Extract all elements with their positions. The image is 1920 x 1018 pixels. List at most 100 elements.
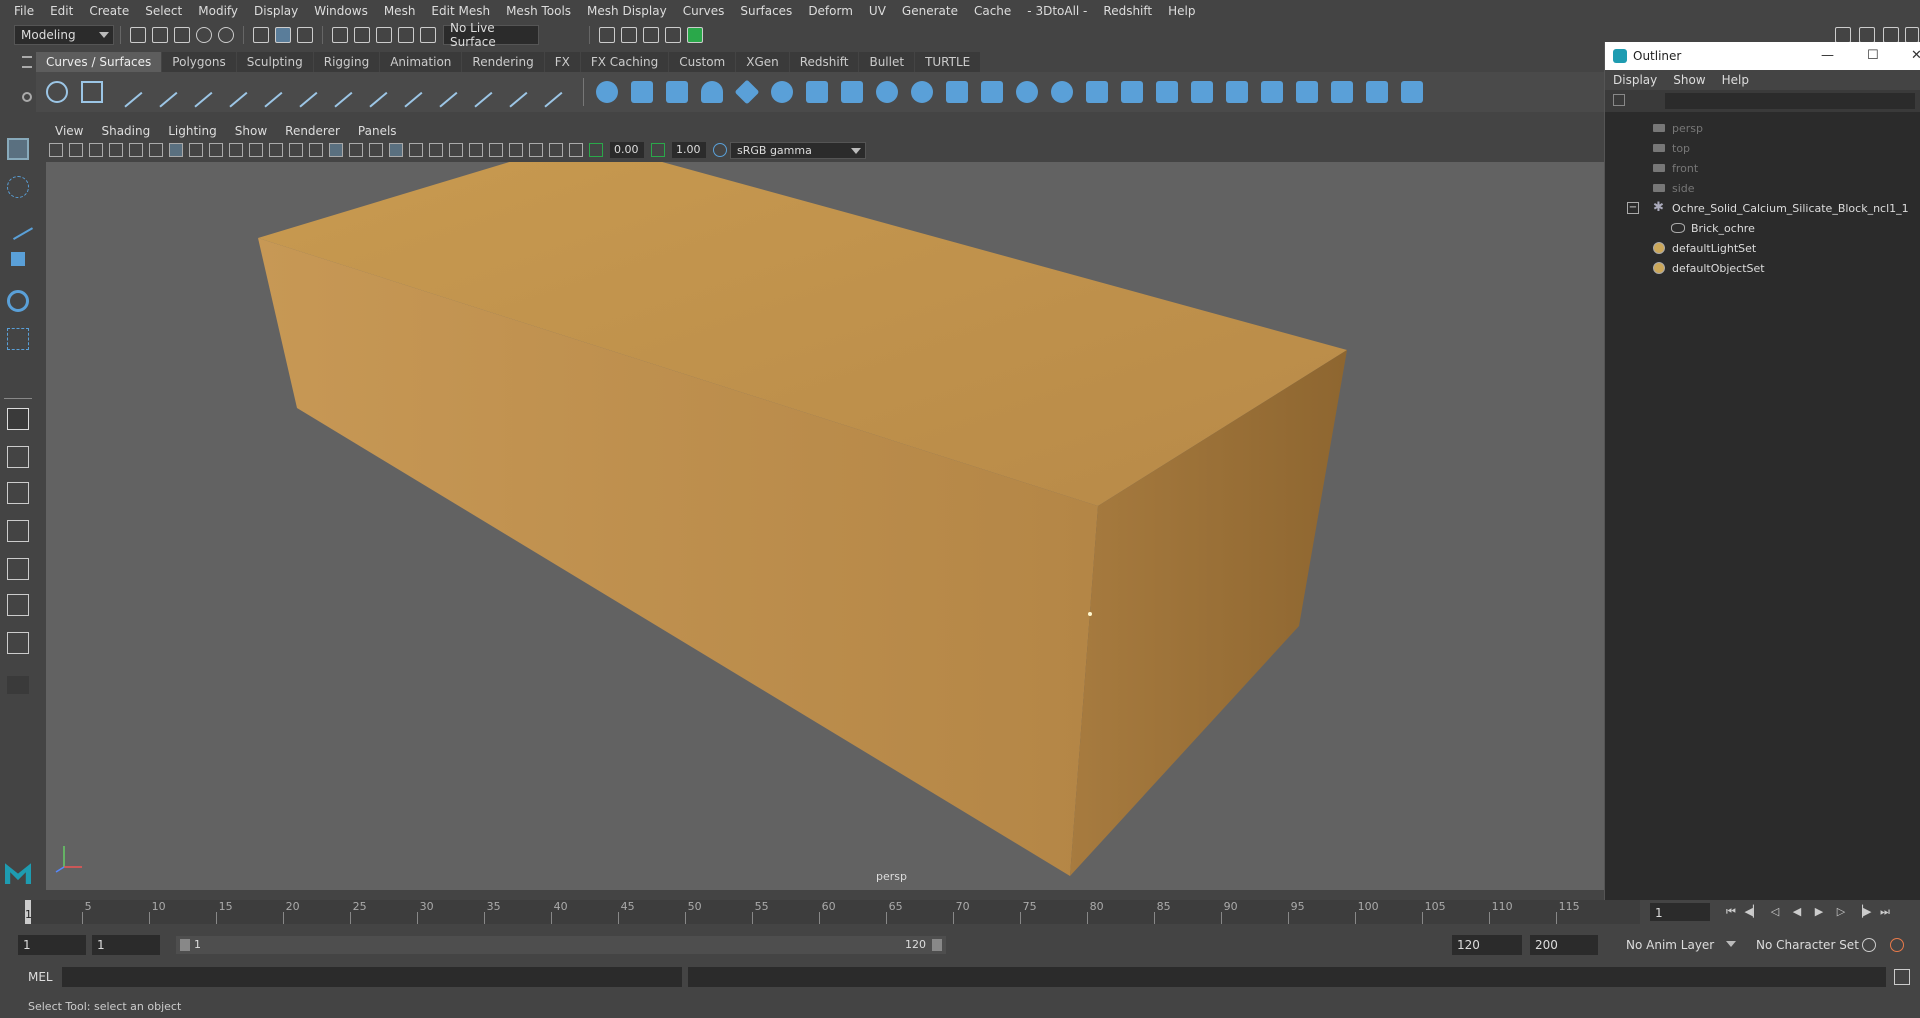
maximize-icon[interactable]: ☐ [1867, 48, 1879, 63]
color-management-icon[interactable] [713, 143, 727, 157]
smooth-shade-icon[interactable] [329, 143, 343, 157]
toolbox-more-icon[interactable] [7, 676, 29, 694]
range-slider-start-handle[interactable] [180, 939, 190, 951]
rotate-tool-icon[interactable] [7, 290, 29, 312]
play-forward-icon[interactable]: ▶ [1810, 905, 1828, 919]
undo-icon[interactable] [196, 27, 212, 43]
preferences-icon[interactable] [1890, 938, 1904, 952]
snap-live-icon[interactable] [420, 27, 436, 43]
node-editor-layout-icon[interactable] [7, 594, 29, 616]
shelf-tab-turtle[interactable]: TURTLE [915, 52, 981, 72]
exposure-field[interactable]: 0.00 [610, 142, 644, 158]
hypershade-icon[interactable] [687, 27, 703, 43]
paint-select-icon[interactable] [2, 209, 34, 241]
shelf-tab-rendering[interactable]: Rendering [462, 52, 544, 72]
filter-icon[interactable] [1613, 94, 1625, 106]
cv-curve-icon[interactable] [111, 76, 143, 108]
shelf-tab-fx[interactable]: FX [544, 52, 580, 72]
outliner-menu-show[interactable]: Show [1665, 73, 1713, 87]
arc-icon[interactable] [251, 76, 283, 108]
menu-3dtoall[interactable]: - 3DtoAll - [1019, 0, 1095, 22]
nurbs-plane-icon[interactable] [734, 79, 760, 105]
outliner-item[interactable]: front [1605, 158, 1920, 178]
shelf-menu-icon[interactable] [22, 56, 32, 68]
menu-redshift[interactable]: Redshift [1095, 0, 1160, 22]
ep-curve-icon[interactable] [146, 76, 178, 108]
shelf-tab-sculpting[interactable]: Sculpting [236, 52, 313, 72]
xray-joints-icon[interactable] [549, 143, 563, 157]
intersect-icon[interactable] [1191, 81, 1213, 103]
menu-windows[interactable]: Windows [306, 0, 376, 22]
snap-curve-icon[interactable] [354, 27, 370, 43]
shelf-tab-fx-caching[interactable]: FX Caching [580, 52, 669, 72]
pencil-curve-icon[interactable] [181, 76, 213, 108]
depth-of-field-icon[interactable] [489, 143, 503, 157]
graph-editor-layout-icon[interactable] [7, 558, 29, 580]
menu-mesh[interactable]: Mesh [376, 0, 424, 22]
menu-edit[interactable]: Edit [42, 0, 81, 22]
shelf-tab-animation[interactable]: Animation [380, 52, 462, 72]
select-component-icon[interactable] [297, 27, 313, 43]
use-all-lights-icon[interactable] [389, 143, 403, 157]
nurbs-sphere-icon[interactable] [596, 81, 618, 103]
command-input[interactable] [62, 967, 682, 987]
shelf-tab-rigging[interactable]: Rigging [313, 52, 380, 72]
safe-action-icon[interactable] [269, 143, 283, 157]
close-icon[interactable]: ✕ [1911, 48, 1920, 63]
select-hierarchy-icon[interactable] [253, 27, 269, 43]
live-surface-field[interactable]: No Live Surface [443, 21, 539, 49]
nurbs-cylinder-icon[interactable] [666, 81, 688, 103]
layout-icon[interactable] [1859, 27, 1875, 43]
rebuild-curve-icon[interactable] [356, 76, 388, 108]
anim-layer-dropdown[interactable]: No Anim Layer [1620, 935, 1740, 955]
custom-layout-icon[interactable] [7, 632, 29, 654]
bezier-curve-icon[interactable] [216, 76, 248, 108]
outliner-menu-display[interactable]: Display [1605, 73, 1665, 87]
play-backward-icon[interactable]: ◀ [1788, 905, 1806, 919]
outliner-item[interactable]: − ✱ Ochre_Solid_Calcium_Silicate_Block_ncl… [1605, 198, 1920, 218]
workspace-icon[interactable] [1835, 27, 1851, 43]
screen-space-ao-icon[interactable] [429, 143, 443, 157]
camera-attributes-icon[interactable] [69, 143, 83, 157]
rebuild-surface-icon[interactable] [1401, 81, 1423, 103]
script-editor-icon[interactable] [1894, 969, 1910, 985]
menu-modify[interactable]: Modify [190, 0, 246, 22]
collapse-icon[interactable]: − [1627, 202, 1639, 214]
render-settings-icon[interactable] [665, 27, 681, 43]
scale-tool-icon[interactable] [7, 328, 29, 350]
menu-deform[interactable]: Deform [800, 0, 861, 22]
insert-isoparm-icon[interactable] [1296, 81, 1318, 103]
extrude-icon[interactable] [911, 81, 933, 103]
menu-curves[interactable]: Curves [675, 0, 733, 22]
step-back-key-icon[interactable]: ◀▏ [1744, 905, 1762, 919]
snap-point-icon[interactable] [376, 27, 392, 43]
attribute-editor-icon[interactable] [1905, 27, 1919, 43]
menu-surfaces[interactable]: Surfaces [732, 0, 800, 22]
outliner-item[interactable]: side [1605, 178, 1920, 198]
outliner-item[interactable]: persp [1605, 118, 1920, 138]
menu-file[interactable]: File [6, 0, 42, 22]
menu-uv[interactable]: UV [861, 0, 894, 22]
menu-cache[interactable]: Cache [966, 0, 1019, 22]
panel-menu-show[interactable]: Show [226, 122, 276, 140]
menu-generate[interactable]: Generate [894, 0, 966, 22]
nurbs-torus-icon[interactable] [771, 81, 793, 103]
bevel-plus-icon[interactable] [981, 81, 1003, 103]
modeling-toolkit-icon[interactable] [1883, 27, 1899, 43]
time-ruler[interactable]: 1 5 10 15 20 25 30 35 40 45 50 55 60 65 70 75 80 85 90 95 1… [25, 900, 1640, 924]
go-to-end-icon[interactable]: ⏭ [1876, 905, 1894, 919]
open-scene-icon[interactable] [152, 27, 168, 43]
panel-menu-panels[interactable]: Panels [349, 122, 406, 140]
single-perspective-layout-icon[interactable] [7, 408, 29, 430]
fillet-curve-icon[interactable] [426, 76, 458, 108]
cut-curve-icon[interactable] [531, 76, 563, 108]
shelf-tab-polygons[interactable]: Polygons [162, 52, 236, 72]
shelf-tab-bullet[interactable]: Bullet [859, 52, 915, 72]
planar-icon[interactable] [876, 81, 898, 103]
shelf-settings-icon[interactable] [22, 92, 32, 102]
insert-knot-icon[interactable] [461, 76, 493, 108]
field-chart-icon[interactable] [249, 143, 263, 157]
outliner-layout-icon[interactable] [7, 520, 29, 542]
resolution-gate-icon[interactable] [209, 143, 223, 157]
auto-key-icon[interactable] [1862, 938, 1876, 952]
